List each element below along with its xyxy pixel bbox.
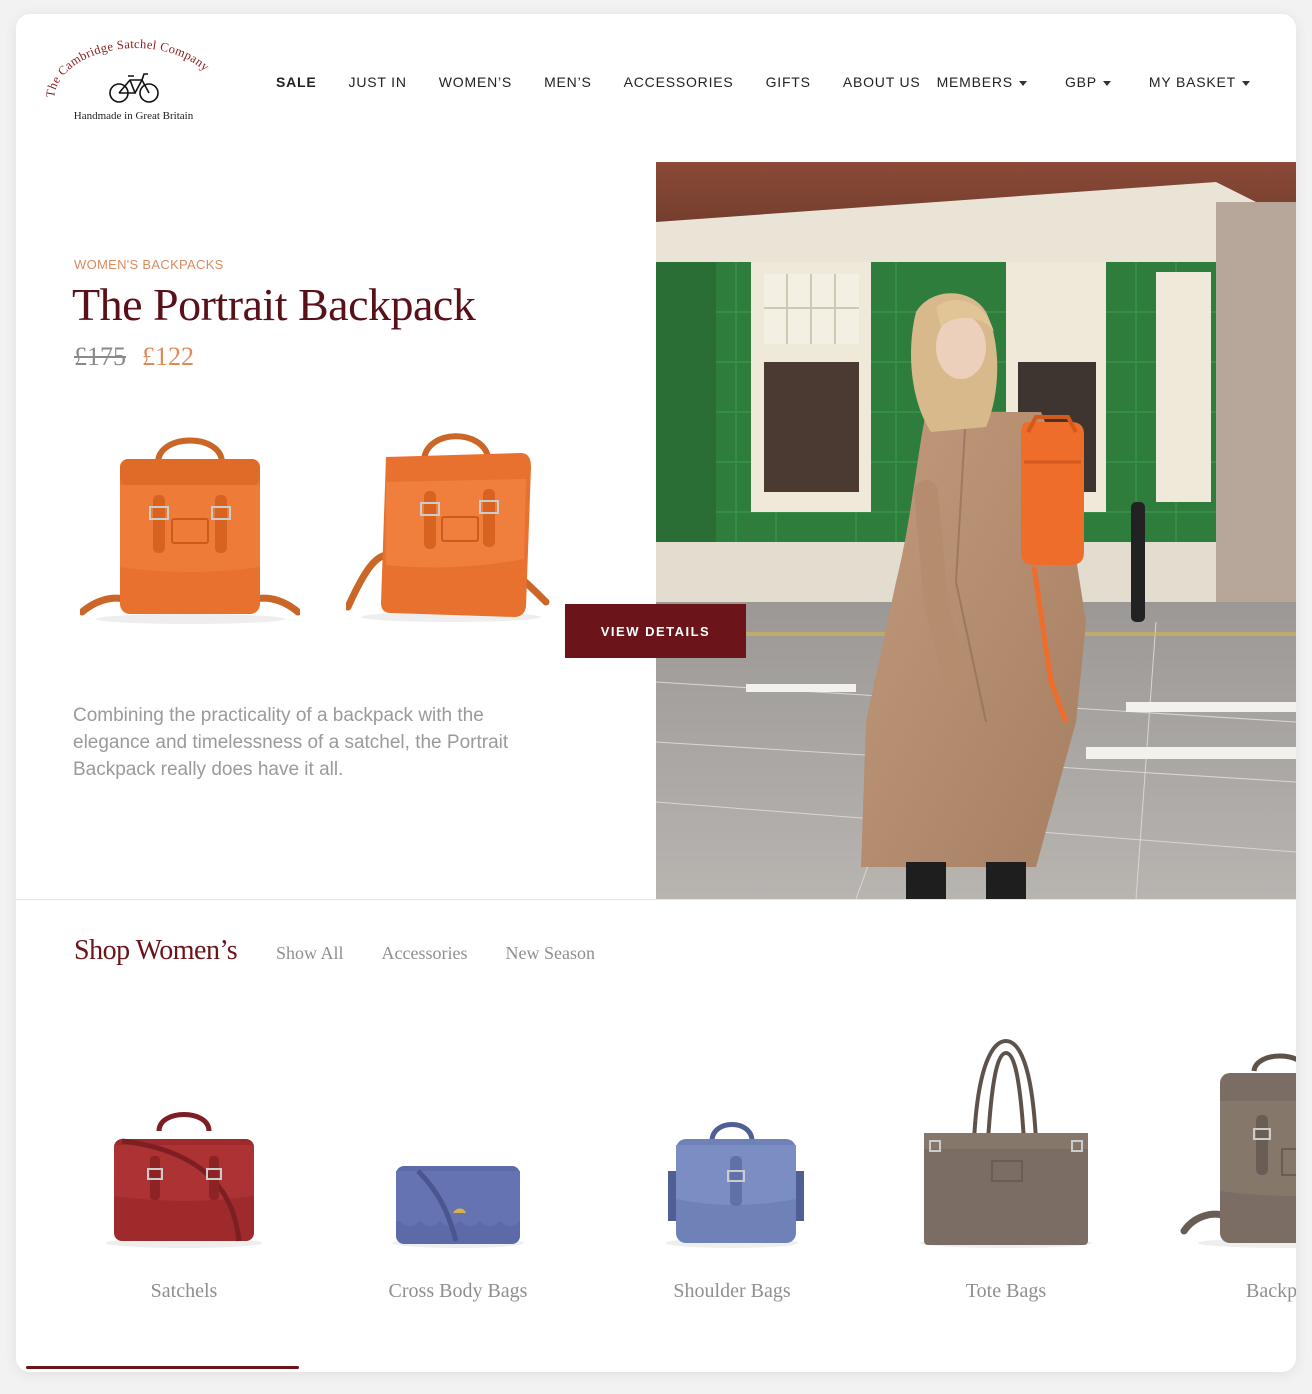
category-shoulder-bags[interactable]: Shoulder Bags [612, 1021, 852, 1321]
carousel-scrollbar-thumb[interactable] [26, 1366, 299, 1369]
hero-title[interactable]: The Portrait Backpack [72, 278, 476, 331]
category-label: Tote Bags [965, 1280, 1047, 1302]
svg-text:The Cambridge Satchel Company: The Cambridge Satchel Company [46, 38, 212, 99]
category-satchels[interactable]: Satchels [64, 1021, 304, 1321]
main-nav: SALE JUST IN WOMEN’S MEN’S ACCESSORIES G… [276, 74, 953, 90]
cross-body-bag-image [392, 1166, 524, 1248]
tab-new-season[interactable]: New Season [506, 943, 595, 964]
utility-nav: MEMBERS GBP MY BASKET [899, 74, 1250, 90]
brand-tagline: Handmade in Great Britain [73, 110, 194, 122]
product-image-front[interactable] [78, 427, 302, 627]
product-image-angle[interactable] [344, 427, 566, 627]
members-label: MEMBERS [936, 74, 1013, 90]
basket-dropdown[interactable]: MY BASKET [1149, 74, 1250, 90]
currency-label: GBP [1064, 74, 1097, 90]
members-dropdown[interactable]: MEMBERS [937, 74, 1027, 90]
brand-logo[interactable]: The Cambridge Satchel Company Handmade i… [43, 37, 226, 128]
view-details-button[interactable]: VIEW DETAILS [565, 604, 746, 658]
sale-price: £122 [142, 342, 194, 371]
basket-label: MY BASKET [1148, 74, 1236, 90]
logo-emblem: The Cambridge Satchel Company [43, 37, 212, 103]
tote-bag-image [920, 1038, 1092, 1248]
backpack-image [1180, 1053, 1296, 1248]
page-card: The Cambridge Satchel Company Handmade i… [16, 14, 1296, 1372]
hero-section: WOMEN'S BACKPACKS The Portrait Backpack … [16, 162, 1296, 900]
shop-section-title: Shop Women’s [74, 935, 238, 966]
original-price: £175 [74, 342, 126, 371]
category-label: Cross Body Bags [388, 1280, 528, 1302]
nav-item-accessories[interactable]: ACCESSORIES [624, 74, 734, 90]
tab-accessories[interactable]: Accessories [382, 943, 468, 964]
hero-eyebrow[interactable]: WOMEN'S BACKPACKS [74, 257, 224, 272]
caret-down-icon [1242, 80, 1250, 86]
category-cross-body-bags[interactable]: Cross Body Bags [338, 1021, 578, 1321]
currency-dropdown[interactable]: GBP [1065, 74, 1111, 90]
hero-lifestyle-photo [656, 162, 1296, 899]
caret-down-icon [1102, 80, 1111, 86]
shop-womens-section: Shop Women’s Show All Accessories New Se… [16, 901, 1296, 1372]
nav-item-just-in[interactable]: JUST IN [349, 74, 407, 90]
bicycle-icon [109, 73, 159, 103]
price-row: £175 £122 [74, 342, 194, 372]
category-backpacks[interactable]: Backpa [1164, 1021, 1296, 1321]
category-label: Backpa [1246, 1280, 1296, 1302]
category-label: Satchels [150, 1280, 218, 1302]
nav-item-womens[interactable]: WOMEN’S [439, 74, 512, 90]
category-label: Shoulder Bags [673, 1280, 791, 1302]
tab-show-all[interactable]: Show All [276, 943, 344, 964]
nav-item-mens[interactable]: MEN’S [544, 74, 592, 90]
satchel-image [106, 1112, 262, 1248]
category-tote-bags[interactable]: Tote Bags [886, 1021, 1126, 1321]
nav-item-gifts[interactable]: GIFTS [766, 74, 811, 90]
nav-item-sale[interactable]: SALE [276, 74, 317, 90]
site-header: The Cambridge Satchel Company Handmade i… [16, 14, 1296, 162]
hero-description: Combining the practicality of a backpack… [73, 705, 509, 780]
caret-down-icon [1018, 80, 1027, 86]
shop-filter-tabs: Show All Accessories New Season [276, 943, 633, 964]
carousel-scrollbar[interactable] [26, 1366, 1286, 1369]
logo-arc-text: The Cambridge Satchel Company [43, 37, 212, 99]
shoulder-bag-image [666, 1122, 804, 1248]
